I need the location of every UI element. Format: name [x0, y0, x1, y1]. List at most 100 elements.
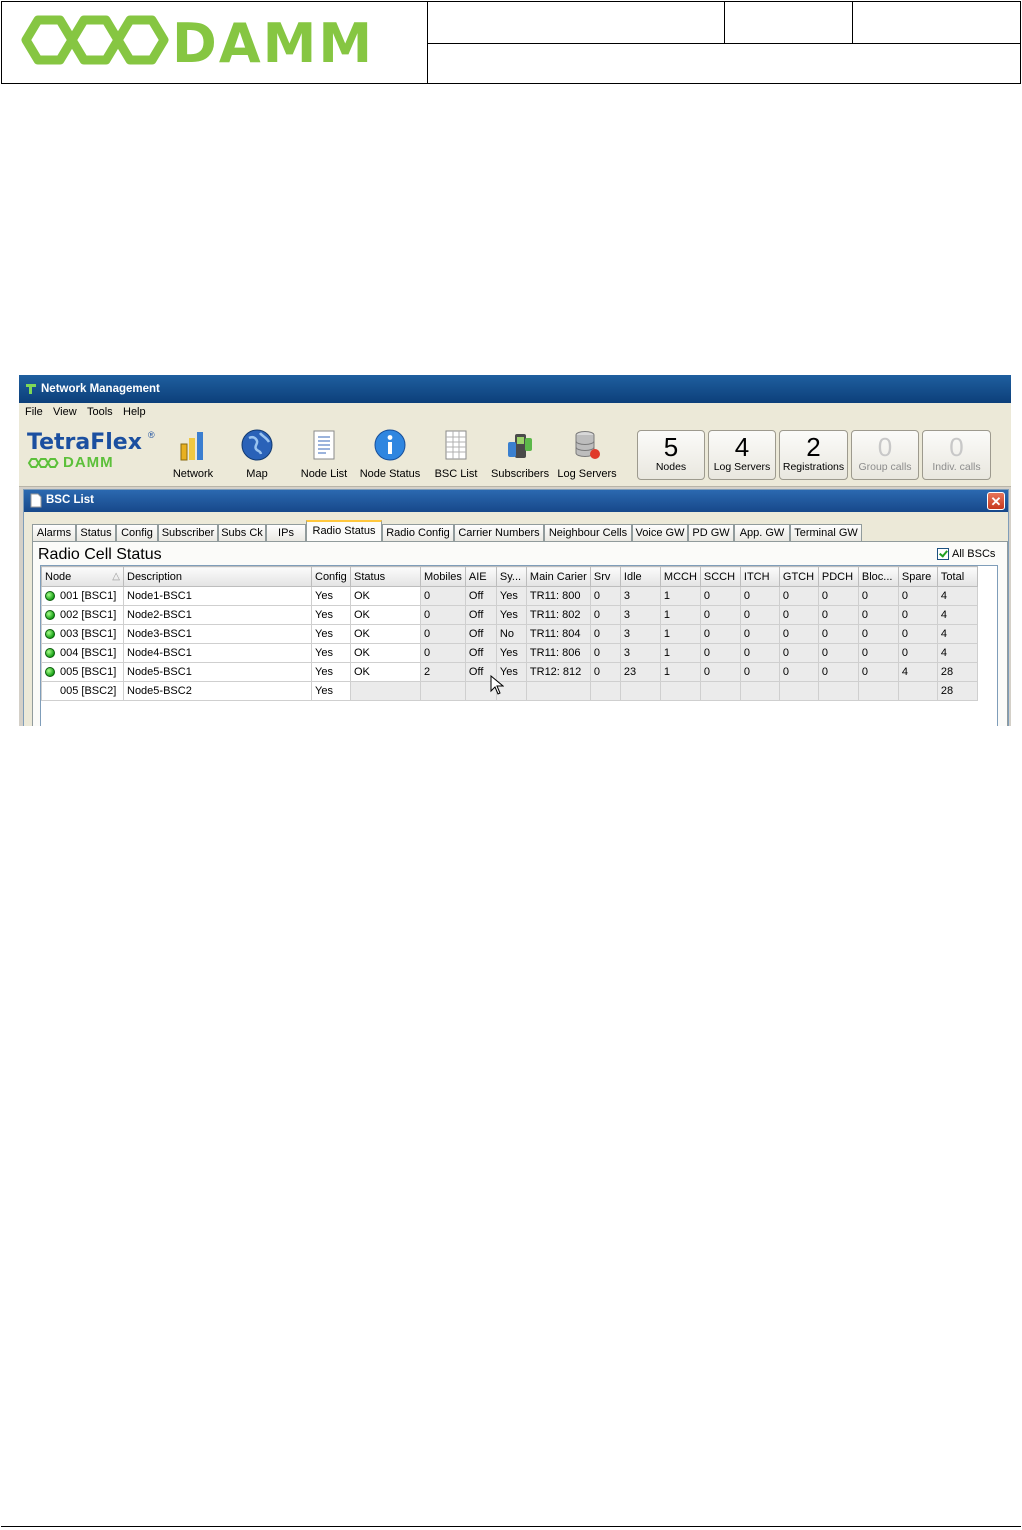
table-row[interactable]: 002 [BSC1] Node2-BSC1 Yes OK 0 Off Yes TR11: 80… [41, 605, 978, 625]
table-cell: 0 [897, 643, 938, 663]
column-header[interactable]: Total [936, 566, 978, 587]
table-cell: 4 [897, 662, 938, 682]
cell-value: 004 [BSC1] [60, 647, 117, 659]
all-bscs-checkbox[interactable]: All BSCs [937, 548, 995, 561]
column-header-label: Config [315, 570, 347, 583]
column-header[interactable]: Status [350, 566, 421, 587]
column-header[interactable]: Sy... [495, 566, 527, 587]
column-header[interactable]: Spare [897, 566, 938, 587]
column-header[interactable]: PDCH [817, 566, 859, 587]
tab-alarms[interactable]: Alarms [32, 524, 76, 541]
column-header[interactable]: MCCH [659, 566, 701, 587]
column-header-label: Node [45, 570, 72, 583]
table-cell: 0 [897, 605, 938, 625]
tab-radio-status[interactable]: Radio Status [306, 520, 382, 543]
table-row[interactable]: 005 [BSC2] Node5-BSC2 Yes 28 [41, 681, 978, 701]
damm-logo: DAMM [21, 12, 372, 70]
table-cell: TR11: 802 [525, 605, 591, 625]
table-cell: 0 [817, 624, 859, 644]
tab-app-gw[interactable]: App. GW [734, 524, 790, 541]
column-header-label: Srv [593, 570, 611, 583]
node-status-button[interactable]: Node Status [358, 428, 422, 480]
cell-value: OK [354, 647, 370, 659]
table-cell: 2 [420, 662, 466, 682]
bsc-list-button[interactable]: BSC List [432, 428, 480, 480]
column-header[interactable]: Srv [589, 566, 621, 587]
cell-value: Off [468, 590, 484, 602]
log-servers-counter[interactable]: 4 Log Servers [708, 430, 776, 480]
table-cell: Yes [495, 605, 527, 625]
network-button[interactable]: Network [169, 428, 217, 480]
tab-subscriber[interactable]: Subscriber [158, 524, 218, 541]
column-header[interactable]: Main Carier [525, 566, 591, 587]
group-calls-counter[interactable]: 0 Group calls [851, 430, 919, 480]
subscribers-button[interactable]: Subscribers [491, 428, 549, 480]
window-titlebar[interactable]: Network Management [19, 375, 1011, 404]
column-header[interactable]: GTCH [778, 566, 819, 587]
table-cell: 003 [BSC1] [41, 624, 124, 644]
tab-carrier-numbers[interactable]: Carrier Numbers [454, 524, 544, 541]
cell-value: 0 [743, 666, 751, 678]
menu-tools[interactable]: Tools [87, 406, 113, 418]
table-cell: 0 [739, 624, 780, 644]
cell-value: 0 [821, 647, 829, 659]
table-cell: 0 [699, 605, 741, 625]
tab-pd-gw[interactable]: PD GW [688, 524, 734, 541]
log-servers-button[interactable]: Log Servers [556, 428, 618, 480]
menu-view[interactable]: View [53, 406, 77, 418]
table-row[interactable]: 004 [BSC1] Node4-BSC1 Yes OK 0 Off Yes TR11: 80… [41, 643, 978, 663]
column-header[interactable]: ITCH [739, 566, 780, 587]
tab-config[interactable]: Config [116, 524, 158, 541]
table-row[interactable]: 003 [BSC1] Node3-BSC1 Yes OK 0 Off No TR11: 804… [41, 624, 978, 644]
menu-file[interactable]: File [25, 406, 43, 418]
cell-value: No [499, 628, 514, 640]
handset-icon [508, 434, 532, 458]
column-header[interactable]: AIE [464, 566, 497, 587]
indiv-calls-counter[interactable]: 0 Indiv. calls [922, 430, 991, 480]
column-header[interactable]: Description [123, 566, 312, 587]
tab-voice-gw[interactable]: Voice GW [632, 524, 688, 541]
table-cell: 0 [589, 605, 621, 625]
tab-radio-config[interactable]: Radio Config [382, 524, 454, 541]
table-cell: Yes [311, 643, 351, 663]
tab-neighbour-cells[interactable]: Neighbour Cells [544, 524, 632, 541]
tab-terminal-gw[interactable]: Terminal GW [790, 524, 862, 541]
cell-value: 0 [743, 590, 751, 602]
cell-value: 0 [593, 590, 601, 602]
nodes-counter[interactable]: 5 Nodes [637, 430, 705, 480]
column-header-label: Sy... [499, 570, 522, 583]
table-row[interactable]: 005 [BSC1] Node5-BSC1 Yes OK 2 Off Yes TR12: 81… [41, 662, 978, 682]
column-header[interactable]: Mobiles [420, 566, 466, 587]
table-cell: 0 [857, 624, 899, 644]
tab-status[interactable]: Status [76, 524, 116, 541]
table-cell: 1 [659, 624, 701, 644]
close-button[interactable]: ✕ [987, 492, 1005, 510]
table-cell: 4 [936, 643, 978, 663]
map-button[interactable]: Map [237, 428, 277, 480]
cell-value: Yes [315, 666, 333, 678]
cell-value: Yes [315, 628, 333, 640]
tab-subs-ck[interactable]: Subs Ck [218, 524, 266, 541]
app-icon [26, 384, 36, 394]
column-header[interactable]: Config [311, 566, 351, 587]
table-row[interactable]: 001 [BSC1] Node1-BSC1 Yes OK 0 Off Yes TR11: 80… [41, 586, 978, 606]
cell-value: 003 [BSC1] [60, 628, 117, 640]
registrations-counter[interactable]: 2 Registrations [779, 430, 848, 480]
table-cell: Yes [495, 643, 527, 663]
cell-value: 28 [940, 685, 954, 697]
table-cell: Node5-BSC2 [123, 681, 312, 701]
cell-value: 3 [623, 647, 631, 659]
table-cell: 0 [589, 586, 621, 606]
menu-help[interactable]: Help [123, 406, 146, 418]
column-header[interactable]: SCCH [699, 566, 741, 587]
column-header[interactable]: Node △ [41, 566, 124, 587]
cell-value: 0 [821, 628, 829, 640]
column-header-label: PDCH [821, 570, 854, 583]
table-cell: 0 [897, 586, 938, 606]
bsc-list-titlebar[interactable]: BSC List ✕ [24, 490, 1008, 512]
table-cell [739, 681, 780, 701]
column-header[interactable]: Bloc... [857, 566, 899, 587]
column-header[interactable]: Idle [619, 566, 661, 587]
node-list-button[interactable]: Node List [300, 428, 348, 480]
tab-ips[interactable]: IPs [266, 524, 306, 541]
